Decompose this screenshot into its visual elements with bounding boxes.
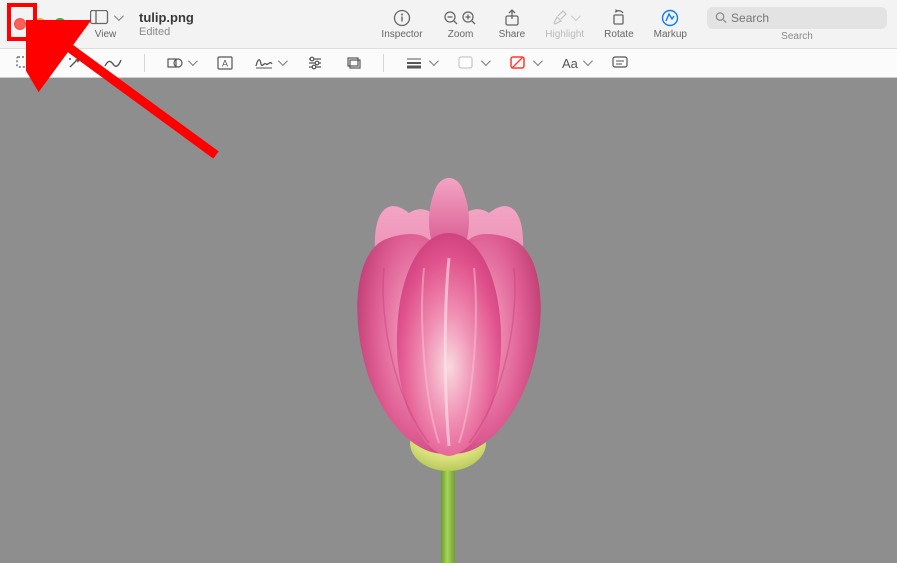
sketch-icon bbox=[104, 56, 122, 70]
window-controls bbox=[14, 18, 76, 30]
share-icon bbox=[504, 9, 520, 27]
divider bbox=[383, 54, 384, 72]
description-icon bbox=[612, 56, 628, 70]
border-style-tool[interactable] bbox=[404, 49, 438, 77]
selection-icon bbox=[16, 56, 32, 70]
window-subtitle: Edited bbox=[139, 26, 194, 38]
markup-toolbar: A Aa bbox=[0, 48, 897, 78]
chevron-down-icon bbox=[531, 57, 540, 69]
view-label: View bbox=[95, 29, 117, 40]
view-menu-button[interactable]: View bbox=[84, 0, 127, 48]
shapes-icon bbox=[167, 56, 183, 70]
divider bbox=[144, 54, 145, 72]
inspector-label: Inspector bbox=[381, 29, 422, 40]
highlight-label: Highlight bbox=[545, 29, 584, 40]
search-input[interactable] bbox=[727, 11, 879, 25]
share-button[interactable]: Share bbox=[493, 0, 532, 48]
instant-alpha-tool[interactable] bbox=[64, 49, 84, 77]
crop-icon bbox=[345, 56, 361, 70]
highlight-button: Highlight bbox=[539, 0, 590, 48]
highlight-icon bbox=[551, 9, 578, 27]
rotate-icon bbox=[610, 9, 628, 27]
shapes-tool[interactable] bbox=[165, 49, 197, 77]
markup-icon bbox=[661, 9, 679, 27]
chevron-down-icon bbox=[569, 12, 578, 24]
tulip-image bbox=[289, 158, 609, 563]
rotate-label: Rotate bbox=[604, 29, 633, 40]
selection-tool[interactable] bbox=[14, 49, 46, 77]
adjust-color-tool[interactable] bbox=[305, 49, 325, 77]
markup-button[interactable]: Markup bbox=[648, 0, 693, 48]
text-style-icon: Aa bbox=[562, 56, 578, 71]
zoom-label: Zoom bbox=[448, 29, 474, 40]
chevron-down-icon bbox=[186, 57, 195, 69]
sign-tool[interactable] bbox=[253, 49, 287, 77]
fill-icon bbox=[458, 56, 476, 70]
sliders-icon bbox=[307, 56, 323, 70]
sketch-tool[interactable] bbox=[102, 49, 124, 77]
signature-icon bbox=[255, 56, 273, 70]
crop-tool[interactable] bbox=[343, 49, 363, 77]
minimize-button[interactable] bbox=[34, 18, 46, 30]
text-style-tool[interactable]: Aa bbox=[560, 49, 592, 77]
close-button[interactable] bbox=[14, 18, 26, 30]
chevron-down-icon bbox=[35, 57, 44, 69]
stroke-icon bbox=[510, 56, 528, 70]
chevron-down-icon bbox=[112, 12, 121, 24]
sidebar-icon bbox=[90, 9, 121, 27]
title-block: tulip.png Edited bbox=[135, 10, 194, 38]
chevron-down-icon bbox=[479, 57, 488, 69]
stroke-color-tool[interactable] bbox=[508, 49, 542, 77]
annotate-tool[interactable] bbox=[610, 49, 630, 77]
search-group: Search bbox=[701, 7, 887, 42]
zoom-button-group[interactable]: Zoom bbox=[437, 0, 485, 48]
search-field[interactable] bbox=[707, 7, 887, 29]
text-tool[interactable]: A bbox=[215, 49, 235, 77]
markup-label: Markup bbox=[654, 29, 687, 40]
svg-text:A: A bbox=[222, 59, 228, 69]
lineweight-icon bbox=[406, 57, 424, 69]
chevron-down-icon bbox=[276, 57, 285, 69]
window-toolbar: View tulip.png Edited Inspector Zoom Sha… bbox=[0, 0, 897, 48]
search-icon bbox=[715, 11, 727, 24]
inspector-button[interactable]: Inspector bbox=[375, 0, 428, 48]
wand-icon bbox=[66, 55, 82, 71]
search-label: Search bbox=[781, 31, 813, 42]
chevron-down-icon bbox=[581, 57, 590, 69]
info-icon bbox=[393, 9, 411, 27]
fullscreen-button[interactable] bbox=[54, 18, 66, 30]
zoom-icons bbox=[443, 9, 479, 27]
text-icon: A bbox=[217, 56, 233, 70]
rotate-button[interactable]: Rotate bbox=[598, 0, 639, 48]
fill-color-tool[interactable] bbox=[456, 49, 490, 77]
image-canvas[interactable] bbox=[0, 78, 897, 563]
chevron-down-icon bbox=[427, 57, 436, 69]
share-label: Share bbox=[499, 29, 526, 40]
window-title[interactable]: tulip.png bbox=[139, 10, 194, 25]
